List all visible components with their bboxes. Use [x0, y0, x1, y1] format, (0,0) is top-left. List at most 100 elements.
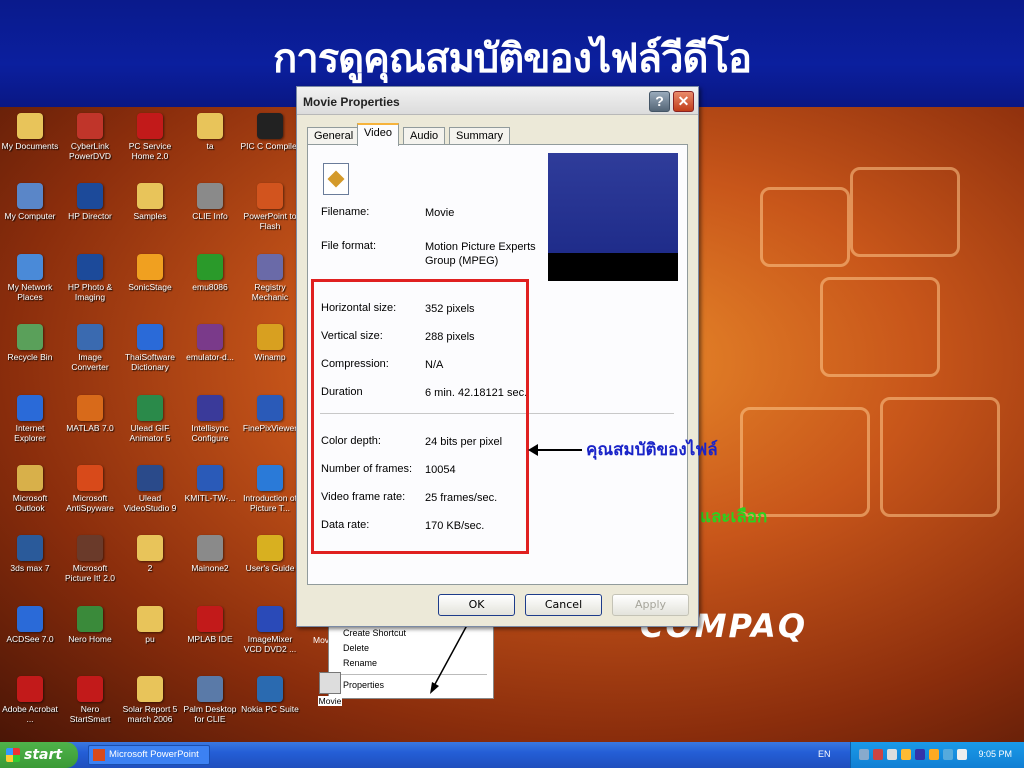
language-indicator[interactable]: EN: [818, 749, 831, 759]
desktop-icon[interactable]: Ulead VideoStudio 9: [120, 461, 180, 513]
desktop-icon[interactable]: CLIE Info: [180, 179, 240, 221]
desktop-icon[interactable]: CyberLink PowerDVD: [60, 109, 120, 161]
ok-button[interactable]: OK: [438, 594, 515, 616]
clie-info-icon: [197, 183, 223, 210]
desktop-icon[interactable]: Intellisync Configure: [180, 391, 240, 443]
close-button[interactable]: ✕: [673, 91, 694, 112]
desktop-icon-label: emu8086: [192, 281, 228, 292]
desktop-icon[interactable]: Ulead GIF Animator 5: [120, 391, 180, 443]
desktop-icon[interactable]: 3ds max 7: [0, 531, 60, 573]
desktop-icon[interactable]: FinePixViewer: [240, 391, 300, 433]
desktop-icon-label: 2: [147, 563, 153, 574]
bluetooth-tray-icon[interactable]: [915, 749, 925, 760]
desktop-icon[interactable]: emu8086: [180, 250, 240, 292]
desktop-icon[interactable]: KMITL-TW-...: [180, 461, 240, 503]
desktop-icon[interactable]: Introduction of Picture T...: [240, 461, 300, 513]
start-button[interactable]: start: [0, 742, 78, 768]
taskbar-clock: 9:05 PM: [978, 749, 1012, 759]
desktop-icon[interactable]: PIC C Compiler: [240, 109, 300, 151]
shield-tray-icon[interactable]: [943, 749, 953, 760]
tab-general[interactable]: General: [307, 127, 361, 145]
network-places-icon: [17, 253, 43, 280]
3dsmax-icon: [17, 535, 43, 562]
menu-item-rename[interactable]: Rename: [343, 658, 377, 668]
desktop-icon[interactable]: Samples: [120, 179, 180, 221]
desktop-icon[interactable]: ThaiSoftware Dictionary: [120, 320, 180, 372]
cancel-button[interactable]: Cancel: [525, 594, 602, 616]
security-tray-icon[interactable]: [873, 749, 883, 760]
desktop-icon[interactable]: Solar Report 5 march 2006: [120, 672, 180, 724]
desktop-icon-label: ACDSee 7.0: [6, 633, 54, 644]
desktop-icon-label: ImageMixer VCD DVD2 ...: [243, 633, 297, 654]
tray-icon[interactable]: [887, 749, 897, 760]
desktop-icon[interactable]: Recycle Bin: [0, 320, 60, 362]
desktop-icon[interactable]: Image Converter: [60, 320, 120, 372]
movie-file-icon[interactable]: Movie: [316, 672, 344, 706]
desktop-icon-label: Introduction of Picture T...: [243, 493, 297, 513]
desktop-icon[interactable]: Internet Explorer: [0, 391, 60, 443]
desktop-icon-label: KMITL-TW-...: [184, 493, 236, 503]
desktop-icon[interactable]: HP Photo & Imaging: [60, 250, 120, 302]
desktop-icon[interactable]: PowerPoint to Flash: [240, 179, 300, 231]
menu-item-create-shortcut[interactable]: Create Shortcut: [343, 628, 406, 638]
desktop-icon[interactable]: MPLAB IDE: [180, 602, 240, 644]
wallpaper-cube-decoration: [820, 277, 940, 377]
highlight-box: [311, 279, 529, 554]
desktop-icon[interactable]: Microsoft Outlook: [0, 461, 60, 513]
desktop-icon[interactable]: My Computer: [0, 179, 60, 221]
desktop-icon-label: Palm Desktop for CLIE: [183, 704, 237, 725]
desktop-icon[interactable]: Winamp: [240, 320, 300, 362]
ie-shortcut-icon: [257, 465, 283, 491]
tab-summary[interactable]: Summary: [449, 127, 511, 145]
apply-button[interactable]: Apply: [612, 594, 689, 616]
desktop-icon[interactable]: ImageMixer VCD DVD2 ...: [240, 602, 300, 654]
desktop-icon[interactable]: Nokia PC Suite: [240, 672, 300, 714]
desktop-icon[interactable]: User's Guide: [240, 531, 300, 573]
desktop-icon[interactable]: Palm Desktop for CLIE: [180, 672, 240, 724]
desktop-icon[interactable]: Nero StartSmart: [60, 672, 120, 724]
desktop-icon[interactable]: ta: [180, 109, 240, 151]
tab-video[interactable]: Video: [357, 123, 399, 146]
word-document-icon: [197, 465, 223, 491]
help-button[interactable]: ?: [649, 91, 670, 112]
taskbar-item-powerpoint[interactable]: Microsoft PowerPoint ...: [88, 745, 210, 768]
desktop-icon[interactable]: My Documents: [0, 109, 60, 151]
tab-audio[interactable]: Audio: [403, 127, 446, 145]
desktop-icon-label: Ulead GIF Animator 5: [129, 422, 171, 443]
volume-tray-icon[interactable]: [957, 749, 967, 760]
desktop-icon[interactable]: Adobe Acrobat ...: [0, 672, 60, 724]
desktop-icon[interactable]: pu: [120, 602, 180, 644]
dialog-title-bar[interactable]: Movie Properties ? ✕: [297, 87, 698, 115]
menu-item-properties[interactable]: Properties: [343, 680, 384, 690]
wallpaper-cube-decoration: [850, 167, 960, 257]
desktop-icon[interactable]: SonicStage: [120, 250, 180, 292]
desktop-icon[interactable]: Microsoft Picture It! 2.0: [60, 531, 120, 583]
wallpaper-cube-decoration: [740, 407, 870, 517]
wallpaper-cube-decoration: [880, 397, 1000, 517]
desktop-icon[interactable]: Mainone2: [180, 531, 240, 573]
desktop-icon-label: Winamp: [254, 352, 286, 363]
desktop-icon-label: Registry Mechanic: [251, 281, 289, 302]
desktop-icon-label: Microsoft AntiSpyware: [66, 493, 114, 513]
desktop-icon-label: Nokia PC Suite: [241, 704, 299, 715]
powerpoint-icon: [93, 749, 105, 761]
tray-icon[interactable]: [929, 749, 939, 760]
powerdvd-icon: [77, 113, 103, 139]
network-tray-icon[interactable]: [859, 749, 869, 760]
green-note-text: และเลือก: [700, 507, 768, 527]
desktop-icon[interactable]: Microsoft AntiSpyware: [60, 461, 120, 513]
dialog-title: Movie Properties: [303, 95, 400, 109]
desktop-icon[interactable]: HP Director: [60, 179, 120, 221]
desktop-icon[interactable]: ACDSee 7.0: [0, 602, 60, 644]
menu-item-delete[interactable]: Delete: [343, 643, 369, 653]
video-file-icon: [319, 672, 341, 694]
desktop-icon[interactable]: MATLAB 7.0: [60, 391, 120, 433]
desktop-icon[interactable]: 2: [120, 531, 180, 573]
desktop-icon[interactable]: My Network Places: [0, 250, 60, 302]
desktop-icon[interactable]: Registry Mechanic: [240, 250, 300, 302]
desktop-icon-label: ta: [206, 141, 214, 151]
tray-icon[interactable]: [901, 749, 911, 760]
desktop-icon[interactable]: emulator-d...: [180, 320, 240, 362]
desktop-icon[interactable]: PC Service Home 2.0: [120, 109, 180, 161]
desktop-icon[interactable]: Nero Home: [60, 602, 120, 644]
